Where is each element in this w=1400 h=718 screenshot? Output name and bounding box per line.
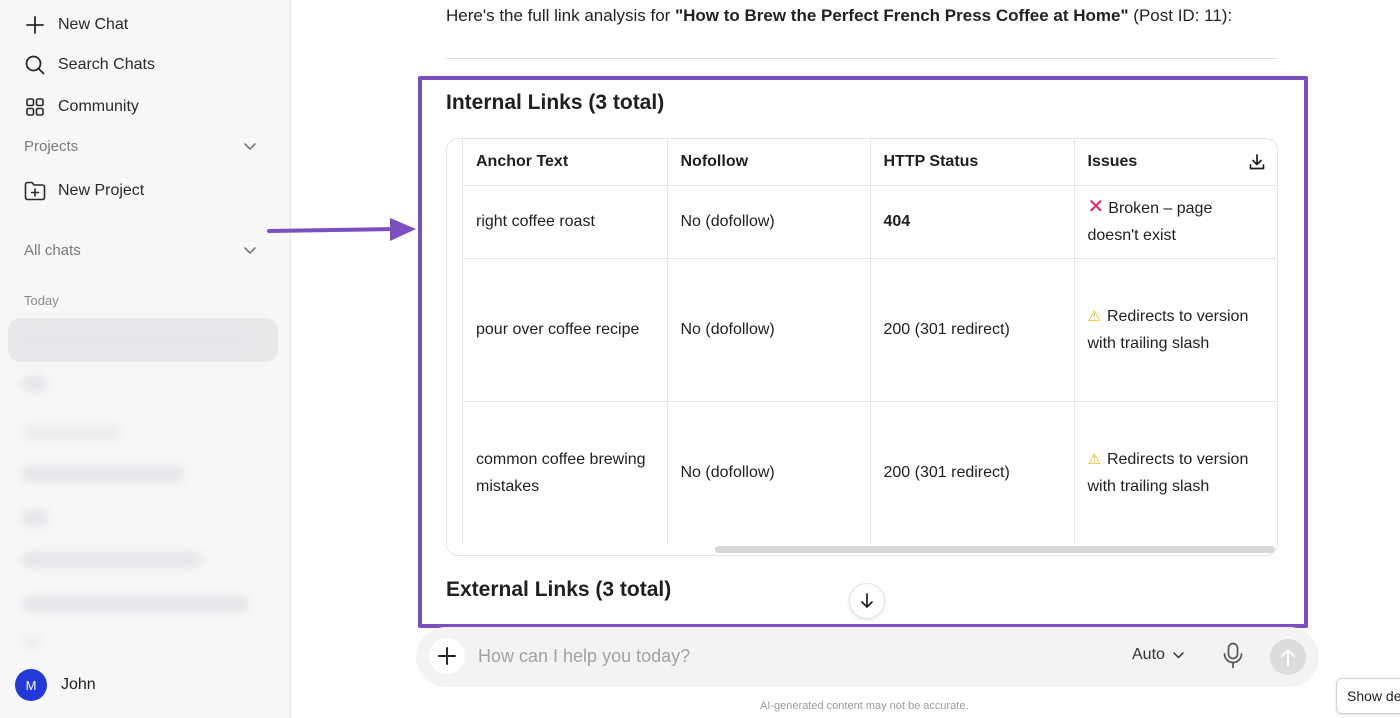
external-links-heading: External Links (3 total) — [446, 578, 672, 601]
table-header-row: Anchor Text Nofollow HTTP Status Issues — [463, 139, 1277, 186]
intro-post-title: "How to Brew the Perfect French Press Co… — [675, 6, 1129, 25]
projects-section-toggle[interactable]: Projects — [24, 138, 256, 155]
chevron-down-icon — [1173, 651, 1184, 659]
http-status-cell: 200 (301 redirect) — [870, 401, 1075, 544]
annotation-arrow-icon — [267, 218, 416, 241]
anchor-text-cell: pour over coffee recipe — [463, 258, 668, 402]
issue-text: Broken – page doesn't exist — [1087, 200, 1213, 244]
nofollow-cell: No (dofollow) — [667, 185, 871, 259]
issues-cell: ⚠ Redirects to version with trailing slas… — [1074, 401, 1277, 544]
table-row: common coffee brewing mistakes No (dofol… — [463, 401, 1277, 544]
intro-prefix: Here's the full link analysis for — [446, 6, 676, 25]
model-selector-label: Auto — [1132, 646, 1165, 663]
arrow-up-icon — [1281, 649, 1295, 666]
show-details-button[interactable]: Show des — [1336, 678, 1400, 714]
folder-plus-icon — [24, 180, 46, 202]
chevron-down-icon — [244, 138, 256, 155]
ai-disclaimer: AI-generated content may not be accurate… — [760, 700, 969, 712]
microphone-icon[interactable] — [1222, 642, 1244, 670]
table-left-gutter — [447, 139, 463, 545]
message-input[interactable] — [478, 641, 1078, 671]
issues-cell: ⚠ Redirects to version with trailing slas… — [1074, 258, 1277, 402]
avatar: M — [15, 669, 47, 701]
issue-text: Redirects to version with trailing slash — [1087, 307, 1249, 352]
intro-suffix: (Post ID: 11): — [1128, 6, 1233, 25]
warning-icon: ⚠ — [1087, 307, 1101, 325]
new-project-button[interactable]: New Project — [24, 180, 144, 202]
app-root: New Chat Search Chats Community Projects… — [0, 0, 1400, 718]
chat-history-item-blurred[interactable] — [22, 332, 242, 348]
projects-label: Projects — [24, 138, 79, 155]
user-profile-button[interactable]: M John — [15, 669, 96, 701]
issue-text: Redirects to version with trailing slash — [1087, 450, 1249, 495]
warning-icon: ⚠ — [1087, 450, 1101, 468]
cross-mark-icon: ✕ — [1087, 196, 1105, 218]
issues-header-label: Issues — [1087, 153, 1138, 171]
column-header-anchor-text: Anchor Text — [463, 139, 668, 186]
anchor-text-cell: right coffee roast — [463, 185, 668, 259]
user-name: John — [61, 676, 96, 693]
search-chats-label: Search Chats — [58, 56, 155, 73]
table-row: pour over coffee recipe No (dofollow) 20… — [463, 258, 1277, 402]
community-button[interactable]: Community — [24, 96, 139, 118]
chat-history-item-blurred[interactable] — [22, 466, 184, 482]
internal-links-table: Anchor Text Nofollow HTTP Status Issues … — [446, 138, 1278, 556]
nofollow-cell: No (dofollow) — [667, 258, 871, 402]
new-chat-button[interactable]: New Chat — [24, 14, 128, 36]
sidebar: New Chat Search Chats Community Projects… — [0, 0, 291, 718]
anchor-text-cell: common coffee brewing mistakes — [463, 401, 668, 544]
chat-history-item-blurred[interactable] — [22, 376, 46, 392]
send-button[interactable] — [1270, 639, 1306, 675]
column-header-nofollow: Nofollow — [667, 139, 871, 186]
scroll-to-bottom-button[interactable] — [849, 583, 885, 619]
plus-icon — [24, 14, 46, 36]
http-status-cell: 404 — [870, 185, 1075, 259]
new-chat-label: New Chat — [58, 16, 129, 33]
chevron-down-icon — [244, 242, 256, 259]
plus-icon — [438, 647, 456, 665]
internal-links-heading: Internal Links (3 total) — [446, 91, 665, 114]
today-group-label: Today — [24, 293, 59, 308]
nofollow-cell: No (dofollow) — [667, 401, 871, 544]
search-chats-button[interactable]: Search Chats — [24, 54, 155, 76]
http-status-cell: 200 (301 redirect) — [870, 258, 1075, 402]
table-horizontal-scrollbar[interactable] — [715, 546, 1275, 553]
all-chats-label: All chats — [24, 242, 81, 259]
links-table: Anchor Text Nofollow HTTP Status Issues … — [463, 139, 1277, 544]
grid-icon — [24, 96, 46, 118]
chat-history-group-blurred — [22, 426, 122, 440]
download-icon[interactable] — [1248, 153, 1266, 171]
search-icon — [24, 54, 46, 76]
chat-history-item-blurred[interactable] — [22, 636, 42, 648]
column-header-issues: Issues — [1074, 139, 1277, 186]
chat-history-item-blurred[interactable] — [22, 552, 202, 568]
divider — [446, 58, 1278, 59]
assistant-intro-text: Here's the full link analysis for "How t… — [446, 6, 1232, 26]
table-row: right coffee roast No (dofollow) 404 ✕ Br… — [463, 185, 1277, 259]
chat-history-item-blurred[interactable] — [22, 510, 48, 526]
chat-history-item-blurred[interactable] — [22, 596, 248, 612]
column-header-http-status: HTTP Status — [870, 139, 1075, 186]
model-selector[interactable]: Auto — [1132, 646, 1184, 664]
issues-cell: ✕ Broken – page doesn't exist — [1074, 185, 1277, 259]
community-label: Community — [58, 98, 139, 115]
attach-button[interactable] — [429, 638, 465, 674]
arrow-down-icon — [861, 593, 873, 608]
new-project-label: New Project — [58, 182, 145, 199]
all-chats-section-toggle[interactable]: All chats — [24, 242, 256, 259]
message-composer: Auto — [416, 627, 1319, 687]
